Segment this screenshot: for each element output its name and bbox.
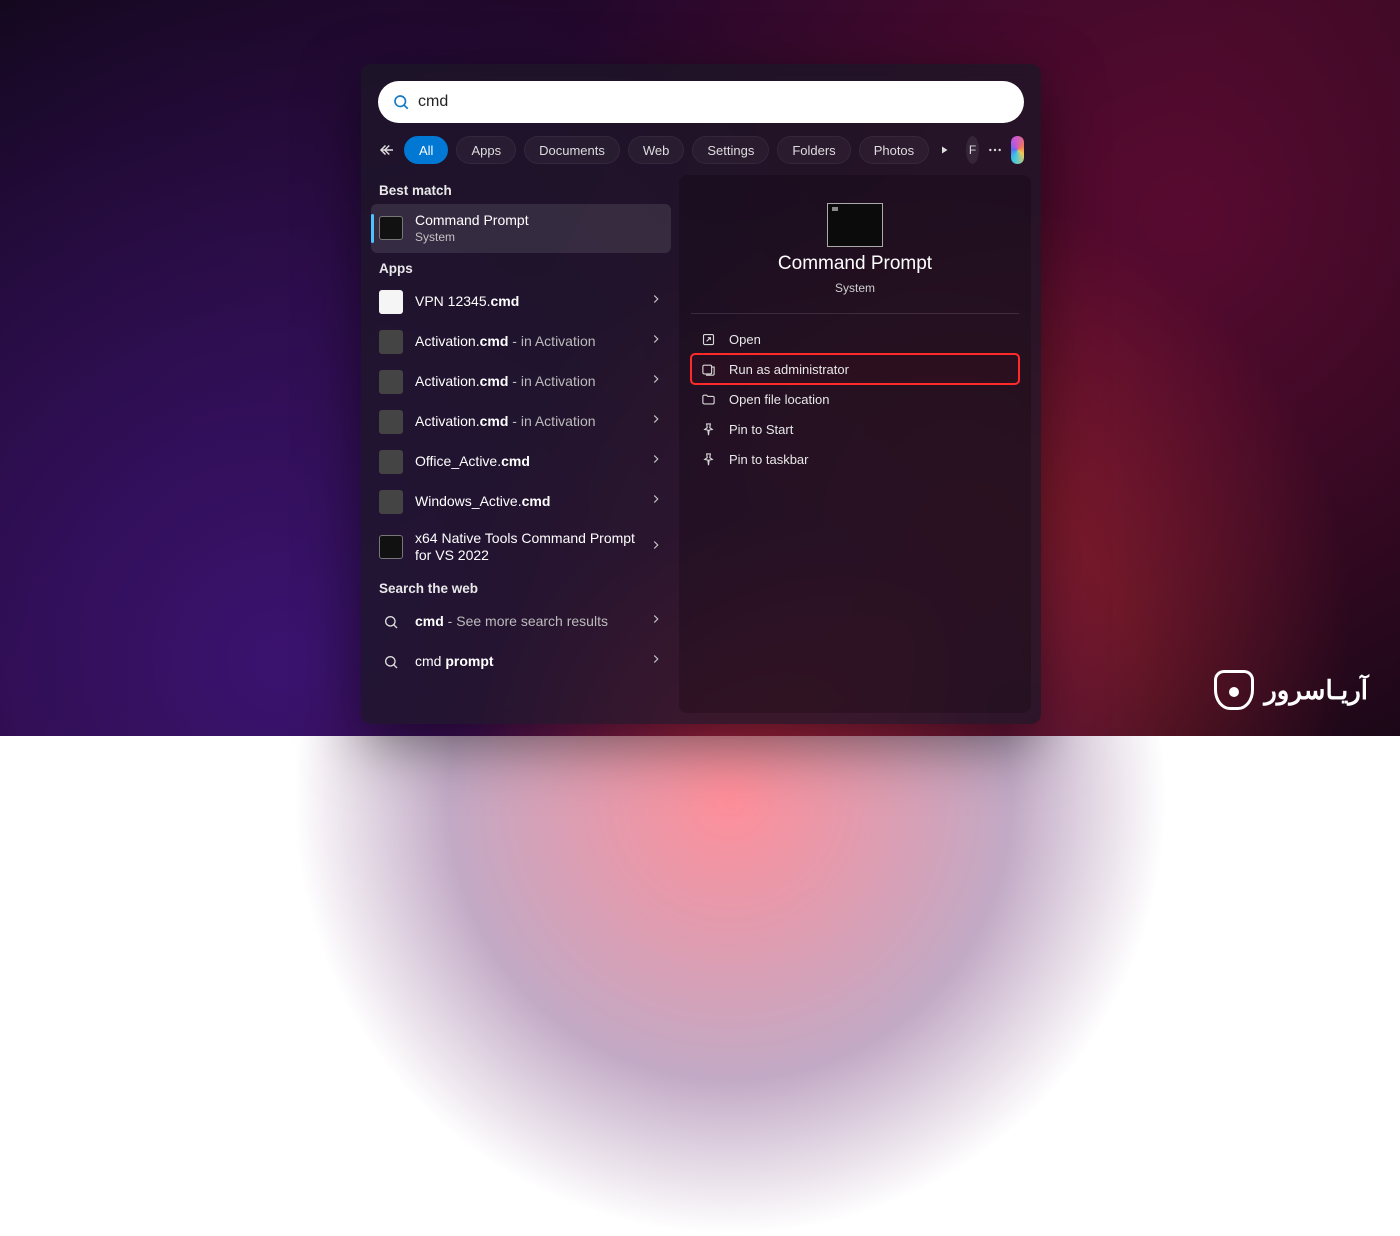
result-app[interactable]: Activation.cmd - in Activation: [371, 322, 671, 362]
action-open[interactable]: Open: [691, 324, 1019, 354]
result-best-match[interactable]: Command Prompt System: [371, 204, 671, 253]
back-button[interactable]: [378, 135, 396, 165]
result-app[interactable]: Activation.cmd - in Activation: [371, 362, 671, 402]
search-icon: [379, 650, 403, 674]
result-app[interactable]: Office_Active.cmd: [371, 442, 671, 482]
detail-pane: Command Prompt System Open Run as admini…: [679, 175, 1031, 713]
overflow-button[interactable]: [987, 136, 1003, 164]
section-web: Search the web: [371, 573, 671, 602]
section-best-match: Best match: [371, 175, 671, 204]
action-pin-to-taskbar[interactable]: Pin to taskbar: [691, 444, 1019, 474]
result-app[interactable]: x64 Native Tools Command Prompt for VS 2…: [371, 522, 671, 573]
app-category: System: [835, 281, 875, 295]
script-icon: [379, 410, 403, 434]
action-open-file-location[interactable]: Open file location: [691, 384, 1019, 414]
action-label: Open: [729, 332, 761, 347]
filter-web[interactable]: Web: [628, 136, 685, 164]
chevron-right-icon: [649, 332, 663, 351]
pin-icon: [699, 422, 717, 437]
result-web[interactable]: cmd prompt: [371, 642, 671, 682]
copilot-icon[interactable]: [1011, 136, 1024, 164]
script-icon: [379, 450, 403, 474]
cmd-icon: [379, 216, 403, 240]
script-icon: [379, 330, 403, 354]
app-name: Command Prompt: [778, 253, 932, 275]
action-run-as-administrator[interactable]: Run as administrator: [691, 354, 1019, 384]
search-icon: [392, 93, 410, 111]
filter-folders[interactable]: Folders: [777, 136, 850, 164]
result-web[interactable]: cmd - See more search results: [371, 602, 671, 642]
search-input[interactable]: [418, 93, 1010, 111]
search-bar[interactable]: [378, 81, 1024, 123]
filter-photos[interactable]: Photos: [859, 136, 929, 164]
chevron-right-icon: [649, 372, 663, 391]
filter-settings[interactable]: Settings: [692, 136, 769, 164]
result-title: Command Prompt: [415, 212, 663, 230]
cmd-icon: [379, 535, 403, 559]
chevron-right-icon: [649, 292, 663, 311]
search-icon: [379, 610, 403, 634]
filter-more-button[interactable]: [937, 136, 950, 164]
result-app[interactable]: VPN 12345.cmd: [371, 282, 671, 322]
result-app[interactable]: Windows_Active.cmd: [371, 482, 671, 522]
result-app[interactable]: Activation.cmd - in Activation: [371, 402, 671, 442]
brand-logo-icon: [1214, 670, 1254, 710]
chevron-right-icon: [649, 452, 663, 471]
result-subtitle: System: [415, 230, 663, 245]
open-icon: [699, 332, 717, 347]
chevron-right-icon: [649, 612, 663, 631]
filter-all[interactable]: All: [404, 136, 448, 164]
action-pin-to-start[interactable]: Pin to Start: [691, 414, 1019, 444]
action-label: Pin to Start: [729, 422, 793, 437]
app-large-icon: [827, 203, 883, 247]
filter-apps[interactable]: Apps: [456, 136, 516, 164]
chevron-right-icon: [649, 412, 663, 431]
section-apps: Apps: [371, 253, 671, 282]
shield-icon: [699, 362, 717, 377]
filter-documents[interactable]: Documents: [524, 136, 620, 164]
search-panel: All Apps Documents Web Settings Folders …: [361, 64, 1041, 724]
folder-icon: [699, 392, 717, 407]
user-avatar[interactable]: F: [966, 136, 979, 164]
file-icon: [379, 290, 403, 314]
brand-text: آریـاسرور: [1264, 675, 1368, 706]
action-label: Open file location: [729, 392, 829, 407]
chevron-right-icon: [649, 538, 663, 557]
script-icon: [379, 490, 403, 514]
results-column: Best match Command Prompt System Apps VP…: [371, 175, 671, 713]
script-icon: [379, 370, 403, 394]
brand-watermark: آریـاسرور: [1214, 670, 1368, 710]
action-label: Run as administrator: [729, 362, 849, 377]
pin-icon: [699, 452, 717, 467]
filter-row: All Apps Documents Web Settings Folders …: [361, 123, 1041, 175]
chevron-right-icon: [649, 652, 663, 671]
chevron-right-icon: [649, 492, 663, 511]
action-label: Pin to taskbar: [729, 452, 809, 467]
